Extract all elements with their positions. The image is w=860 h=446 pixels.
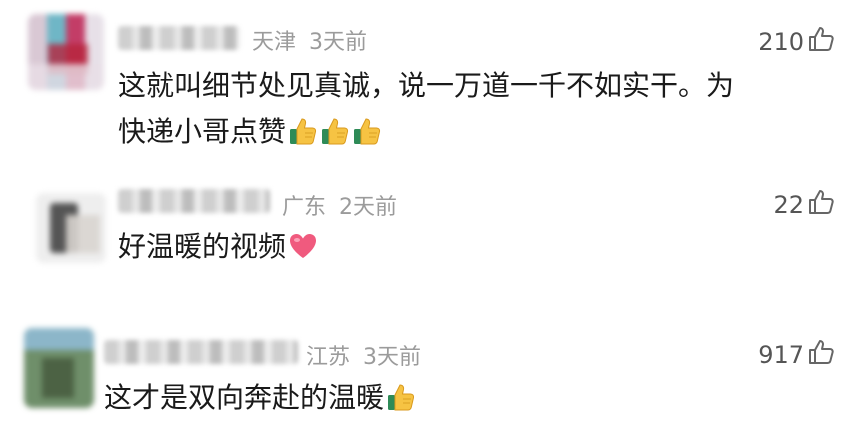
comment-item: 广东 2天前 22 好温暖的视频 [0, 175, 860, 310]
username-blurred[interactable] [118, 189, 270, 213]
location: 广东 [282, 195, 327, 220]
timestamp: 2天前 [339, 195, 398, 220]
like-count: 22 [773, 191, 804, 219]
location: 天津 [252, 30, 297, 55]
comment-text-line: 快递小哥点赞 [118, 115, 287, 148]
timestamp: 3天前 [309, 30, 368, 55]
thumbs-up-icon [352, 116, 382, 146]
comment-meta: 江苏 3天前 [306, 339, 421, 371]
timestamp: 3天前 [363, 345, 422, 370]
thumbs-up-icon [320, 116, 350, 146]
comment-text: 这才是双向奔赴的温暖 [104, 378, 416, 418]
comment-item: 江苏 3天前 917 这才是双向奔赴的温暖 [0, 310, 860, 446]
like-icon[interactable] [806, 187, 836, 217]
avatar[interactable] [36, 193, 106, 263]
comment-text-line: 这才是双向奔赴的温暖 [104, 381, 385, 414]
avatar[interactable] [28, 14, 104, 90]
thumbs-up-icon [386, 382, 416, 412]
username-blurred[interactable] [104, 340, 298, 364]
comment-item: 天津 3天前 210 这就叫细节处见真诚，说一万道一千不如实干。为 快递小哥点赞 [0, 0, 860, 175]
heart-icon [288, 231, 318, 261]
comment-text: 好温暖的视频 [118, 227, 318, 267]
avatar[interactable] [24, 328, 94, 408]
location: 江苏 [306, 345, 351, 370]
comment-text-line: 好温暖的视频 [118, 230, 287, 263]
comment-text-line-2: 快递小哥点赞 [118, 112, 734, 152]
username-blurred[interactable] [118, 26, 240, 50]
comment-meta: 广东 2天前 [282, 189, 397, 221]
comment-text: 这就叫细节处见真诚，说一万道一千不如实干。为 快递小哥点赞 [118, 66, 734, 152]
comment-text-line: 这就叫细节处见真诚，说一万道一千不如实干。为 [118, 69, 735, 102]
thumbs-up-icon [288, 116, 318, 146]
comment-meta: 天津 3天前 [252, 24, 367, 56]
like-icon[interactable] [806, 24, 836, 54]
like-count: 210 [758, 28, 804, 56]
like-count: 917 [758, 341, 804, 369]
like-icon[interactable] [806, 337, 836, 367]
